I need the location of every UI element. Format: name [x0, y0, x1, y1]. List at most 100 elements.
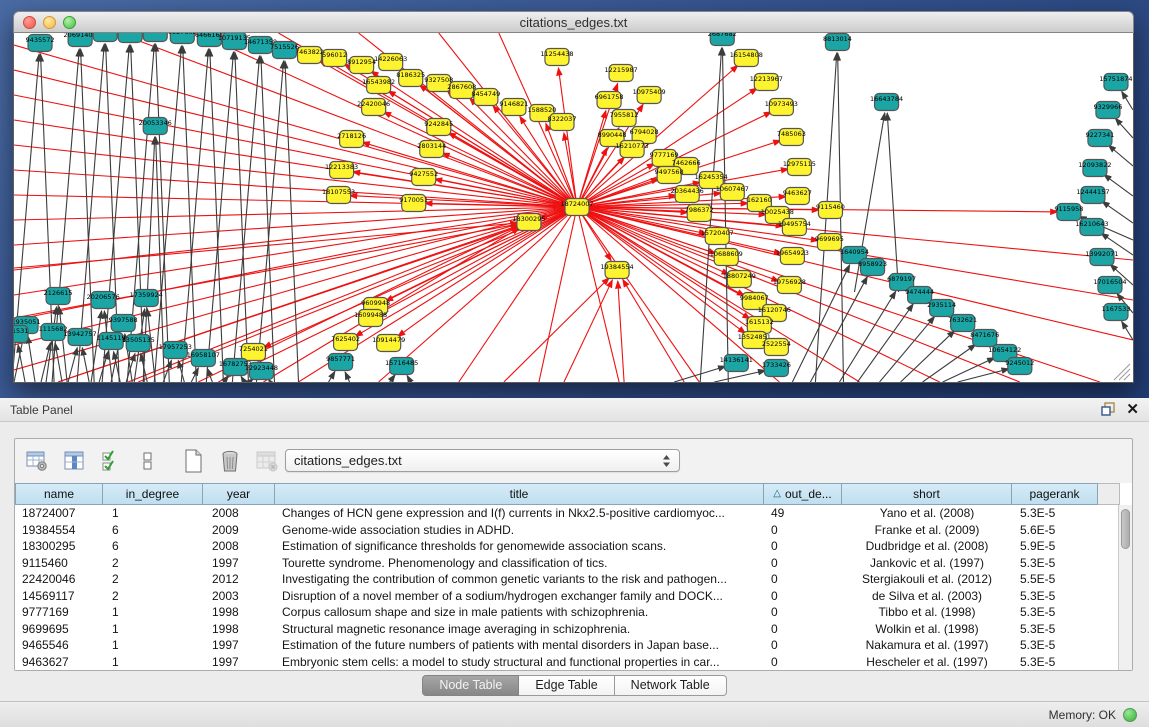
network-node[interactable]: 16958107: [187, 350, 220, 367]
network-edge[interactable]: [623, 279, 684, 382]
network-edge[interactable]: [285, 61, 299, 382]
network-edge[interactable]: [880, 316, 935, 382]
network-node[interactable]: 9115958: [1054, 204, 1083, 221]
column-header-name[interactable]: name: [15, 483, 103, 505]
network-node[interactable]: 9146821: [499, 99, 528, 116]
network-node[interactable]: 16099488: [354, 310, 387, 327]
rows-icon[interactable]: [136, 449, 160, 473]
network-window-titlebar[interactable]: citations_edges.txt: [13, 11, 1134, 33]
network-node[interactable]: 12923448: [245, 363, 278, 380]
network-node[interactable]: 13505135: [122, 335, 155, 352]
network-node[interactable]: 1065528: [116, 33, 145, 43]
tab-node-table[interactable]: Node Table: [422, 675, 519, 696]
memory-status-indicator[interactable]: [1123, 708, 1137, 722]
network-node[interactable]: 10975409: [633, 87, 666, 104]
network-node[interactable]: 9427552: [409, 169, 438, 186]
network-edge[interactable]: [1115, 118, 1133, 138]
table-row[interactable]: 946362711997Embryonic stem cells: a mode…: [15, 654, 1132, 671]
window-resize-grip[interactable]: [1114, 364, 1130, 380]
network-edge[interactable]: [14, 45, 577, 207]
network-node[interactable]: 11254438: [540, 49, 573, 66]
network-edge[interactable]: [577, 207, 1133, 340]
network-node[interactable]: 10914479: [372, 335, 405, 352]
network-node[interactable]: 19654923: [776, 248, 809, 265]
network-node[interactable]: 18807249: [723, 271, 756, 288]
network-edge[interactable]: [714, 370, 765, 382]
network-node[interactable]: 7625402: [331, 334, 360, 351]
network-edge[interactable]: [1108, 145, 1133, 166]
column-header-short[interactable]: short: [842, 483, 1012, 505]
network-edge[interactable]: [256, 61, 283, 382]
tab-network-table[interactable]: Network Table: [615, 675, 727, 696]
network-node[interactable]: 9463627: [783, 188, 812, 205]
table-row[interactable]: 946554611997Estimation of the future num…: [15, 637, 1132, 654]
network-edge[interactable]: [329, 371, 335, 382]
network-node[interactable]: 7955812: [610, 110, 639, 127]
network-edge[interactable]: [28, 336, 35, 382]
network-node[interactable]: 16154808: [730, 50, 763, 67]
network-edge[interactable]: [58, 226, 518, 382]
network-node[interactable]: 19756928: [773, 277, 806, 294]
network-edge[interactable]: [539, 207, 577, 382]
close-panel-icon[interactable]: ✕: [1126, 403, 1139, 417]
table-settings-icon[interactable]: [25, 449, 49, 473]
network-node[interactable]: 22420046: [357, 99, 390, 116]
network-edge[interactable]: [390, 375, 395, 382]
network-node[interactable]: 9115460: [816, 202, 845, 219]
network-node[interactable]: 10607467: [716, 184, 749, 201]
network-node[interactable]: 17359924: [130, 290, 163, 307]
network-edge[interactable]: [18, 345, 25, 382]
network-node[interactable]: 16643784: [870, 94, 903, 111]
network-node[interactable]: 18724007: [560, 199, 593, 216]
network-node[interactable]: 13942757: [64, 329, 97, 346]
network-edge[interactable]: [99, 352, 108, 382]
network-node[interactable]: 8454749: [471, 89, 500, 106]
network-node[interactable]: 18300295: [512, 214, 545, 231]
minimize-window-button[interactable]: [43, 16, 56, 29]
network-node[interactable]: 20053346: [139, 118, 172, 135]
network-node[interactable]: 12444157: [1076, 187, 1109, 204]
network-node[interactable]: 16210643: [1075, 219, 1108, 236]
network-node[interactable]: 10688609: [710, 249, 743, 266]
network-node[interactable]: 12213383: [325, 162, 358, 179]
network-node[interactable]: 16210773: [616, 141, 649, 158]
network-node[interactable]: 7632621: [948, 315, 977, 332]
network-node[interactable]: 12215987: [605, 65, 638, 82]
network-edge[interactable]: [14, 207, 577, 370]
network-node[interactable]: 596012: [322, 50, 347, 67]
network-edge[interactable]: [55, 343, 62, 382]
network-edge[interactable]: [858, 304, 914, 382]
network-node[interactable]: 14136141: [720, 355, 753, 372]
network-edge[interactable]: [722, 48, 728, 382]
network-node[interactable]: 9227341: [1085, 130, 1114, 147]
table-row[interactable]: 969969511998Structural magnetic resonanc…: [15, 621, 1132, 638]
network-edge[interactable]: [504, 278, 609, 382]
network-node[interactable]: 9245012: [1005, 358, 1034, 375]
network-node[interactable]: 8912954: [347, 57, 376, 74]
network-node[interactable]: 19384554: [601, 262, 634, 279]
network-edge[interactable]: [923, 344, 976, 382]
network-node[interactable]: 9397588: [109, 315, 138, 332]
column-header-year[interactable]: year: [203, 483, 275, 505]
network-edge[interactable]: [577, 207, 699, 382]
network-node[interactable]: 16543982: [362, 77, 395, 94]
network-node[interactable]: 7986372: [685, 205, 714, 222]
table-panel-titlebar[interactable]: Table Panel ✕: [0, 398, 1149, 422]
tab-edge-table[interactable]: Edge Table: [519, 675, 614, 696]
network-node[interactable]: 391531: [14, 326, 28, 343]
close-window-button[interactable]: [23, 16, 36, 29]
float-window-icon[interactable]: [1101, 402, 1116, 417]
network-node[interactable]: 2935114: [927, 300, 956, 317]
table-scrollbar-thumb[interactable]: [1121, 509, 1130, 549]
network-node[interactable]: 8186325: [396, 70, 425, 87]
network-edge[interactable]: [261, 56, 275, 382]
network-node[interactable]: 17016504: [1093, 277, 1126, 294]
network-node[interactable]: 2718126: [337, 131, 366, 148]
network-node[interactable]: 9857771: [326, 354, 355, 371]
network-edge[interactable]: [1122, 91, 1133, 110]
network-node[interactable]: 1167533: [1101, 304, 1130, 321]
network-node[interactable]: 12975115: [783, 159, 816, 176]
network-node[interactable]: 20691406: [64, 33, 97, 47]
network-node[interactable]: 7485063: [777, 129, 806, 146]
table-row[interactable]: 911546021997Tourette syndrome. Phenomeno…: [15, 555, 1132, 572]
